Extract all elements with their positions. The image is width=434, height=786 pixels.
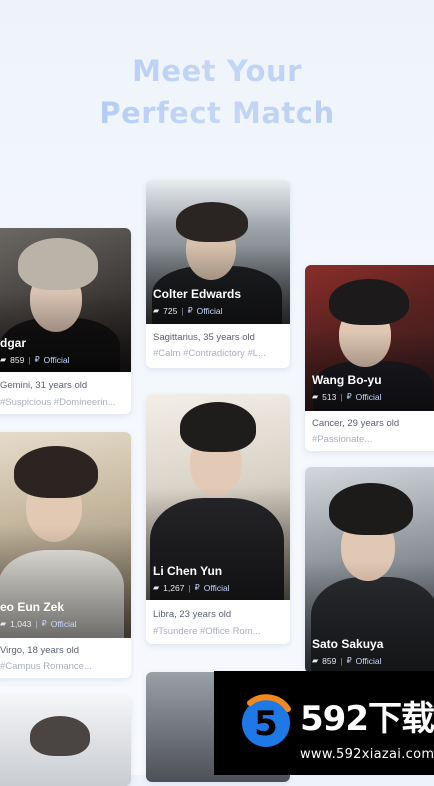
- personality-tags: #Suspicious #Domineerin...: [0, 397, 116, 408]
- separator: |: [340, 392, 343, 402]
- character-portrait: [0, 696, 131, 786]
- official-badge-icon: ₽: [34, 355, 40, 364]
- character-card-seo-eun-zek[interactable]: eo Eun Zek ▰ 1,043 | ₽ Official Virgo, 1…: [0, 432, 131, 678]
- official-label: Official: [50, 619, 77, 629]
- headline-line-2: Perfect Match: [0, 96, 434, 130]
- character-card-sato-sakuya[interactable]: Sato Sakuya ▰ 859 | ₽ Official: [305, 467, 434, 673]
- logo-mark-icon: 5: [242, 694, 291, 747]
- separator: |: [28, 355, 31, 365]
- personality-tags: #Passionate...: [312, 434, 373, 445]
- personality-tags: #Calm #Contradictory #L...: [153, 348, 266, 359]
- character-portrait: [305, 265, 434, 411]
- zodiac-age: Sagittarius, 35 years old: [153, 332, 255, 343]
- character-card-wang-bo-yu[interactable]: Wang Bo-yu ▰ 513 | ₽ Official Cancer, 29…: [305, 265, 434, 451]
- character-card-partial[interactable]: [0, 696, 131, 786]
- character-portrait: [0, 228, 131, 372]
- character-name: dgar: [0, 336, 27, 350]
- official-label: Official: [43, 355, 70, 365]
- zodiac-age: Libra, 23 years old: [153, 609, 232, 620]
- separator: |: [35, 619, 38, 629]
- watermark-brand: 592下载: [300, 699, 434, 739]
- official-badge-icon: ₽: [346, 392, 352, 401]
- personality-tags: #Campus Romance...: [0, 661, 92, 672]
- character-name: eo Eun Zek: [0, 600, 65, 614]
- character-name: Wang Bo-yu: [312, 373, 382, 387]
- character-card-li-chen-yun[interactable]: Li Chen Yun ▰ 1,267 | ₽ Official Libra, …: [146, 394, 290, 644]
- official-label: Official: [355, 656, 382, 666]
- separator: |: [188, 583, 191, 593]
- zodiac-age: Gemini, 31 years old: [0, 380, 88, 391]
- official-label: Official: [203, 583, 230, 593]
- zodiac-age: Cancer, 29 years old: [312, 418, 400, 429]
- chat-bubble-icon: ▰: [0, 619, 7, 628]
- character-name: Colter Edwards: [153, 287, 242, 301]
- chat-count: 725: [163, 306, 178, 316]
- logo-mark-digit: 5: [254, 704, 278, 744]
- official-badge-icon: ₽: [41, 619, 47, 628]
- watermark-url: www.592xiazai.com: [300, 747, 434, 762]
- official-badge-icon: ₽: [194, 583, 200, 592]
- personality-tags: #Tsundere #Office Rom...: [153, 626, 261, 637]
- chat-bubble-icon: ▰: [312, 656, 319, 665]
- chat-bubble-icon: ▰: [312, 392, 319, 401]
- chat-bubble-icon: ▰: [0, 355, 7, 364]
- official-badge-icon: ₽: [346, 656, 352, 665]
- official-badge-icon: ₽: [187, 306, 193, 315]
- watermark-logo: 5 592下载 www.592xiazai.com: [214, 671, 434, 775]
- chat-bubble-icon: ▰: [153, 306, 160, 315]
- character-card-edgar[interactable]: dgar ▰ 859 | ₽ Official Gemini, 31 years…: [0, 228, 131, 414]
- chat-count: 859: [322, 656, 337, 666]
- chat-bubble-icon: ▰: [153, 583, 160, 592]
- official-label: Official: [196, 306, 223, 316]
- chat-count: 1,267: [163, 583, 185, 593]
- chat-count: 1,043: [10, 619, 32, 629]
- character-name: Li Chen Yun: [153, 564, 223, 578]
- chat-count: 513: [322, 392, 337, 402]
- character-card-colter-edwards[interactable]: Colter Edwards ▰ 725 | ₽ Official Sagitt…: [146, 180, 290, 368]
- character-portrait: [146, 180, 290, 324]
- separator: |: [340, 656, 343, 666]
- character-name: Sato Sakuya: [312, 637, 384, 651]
- chat-count: 859: [10, 355, 25, 365]
- zodiac-age: Virgo, 18 years old: [0, 645, 80, 656]
- official-label: Official: [355, 392, 382, 402]
- separator: |: [181, 306, 184, 316]
- headline-line-1: Meet Your: [0, 54, 434, 88]
